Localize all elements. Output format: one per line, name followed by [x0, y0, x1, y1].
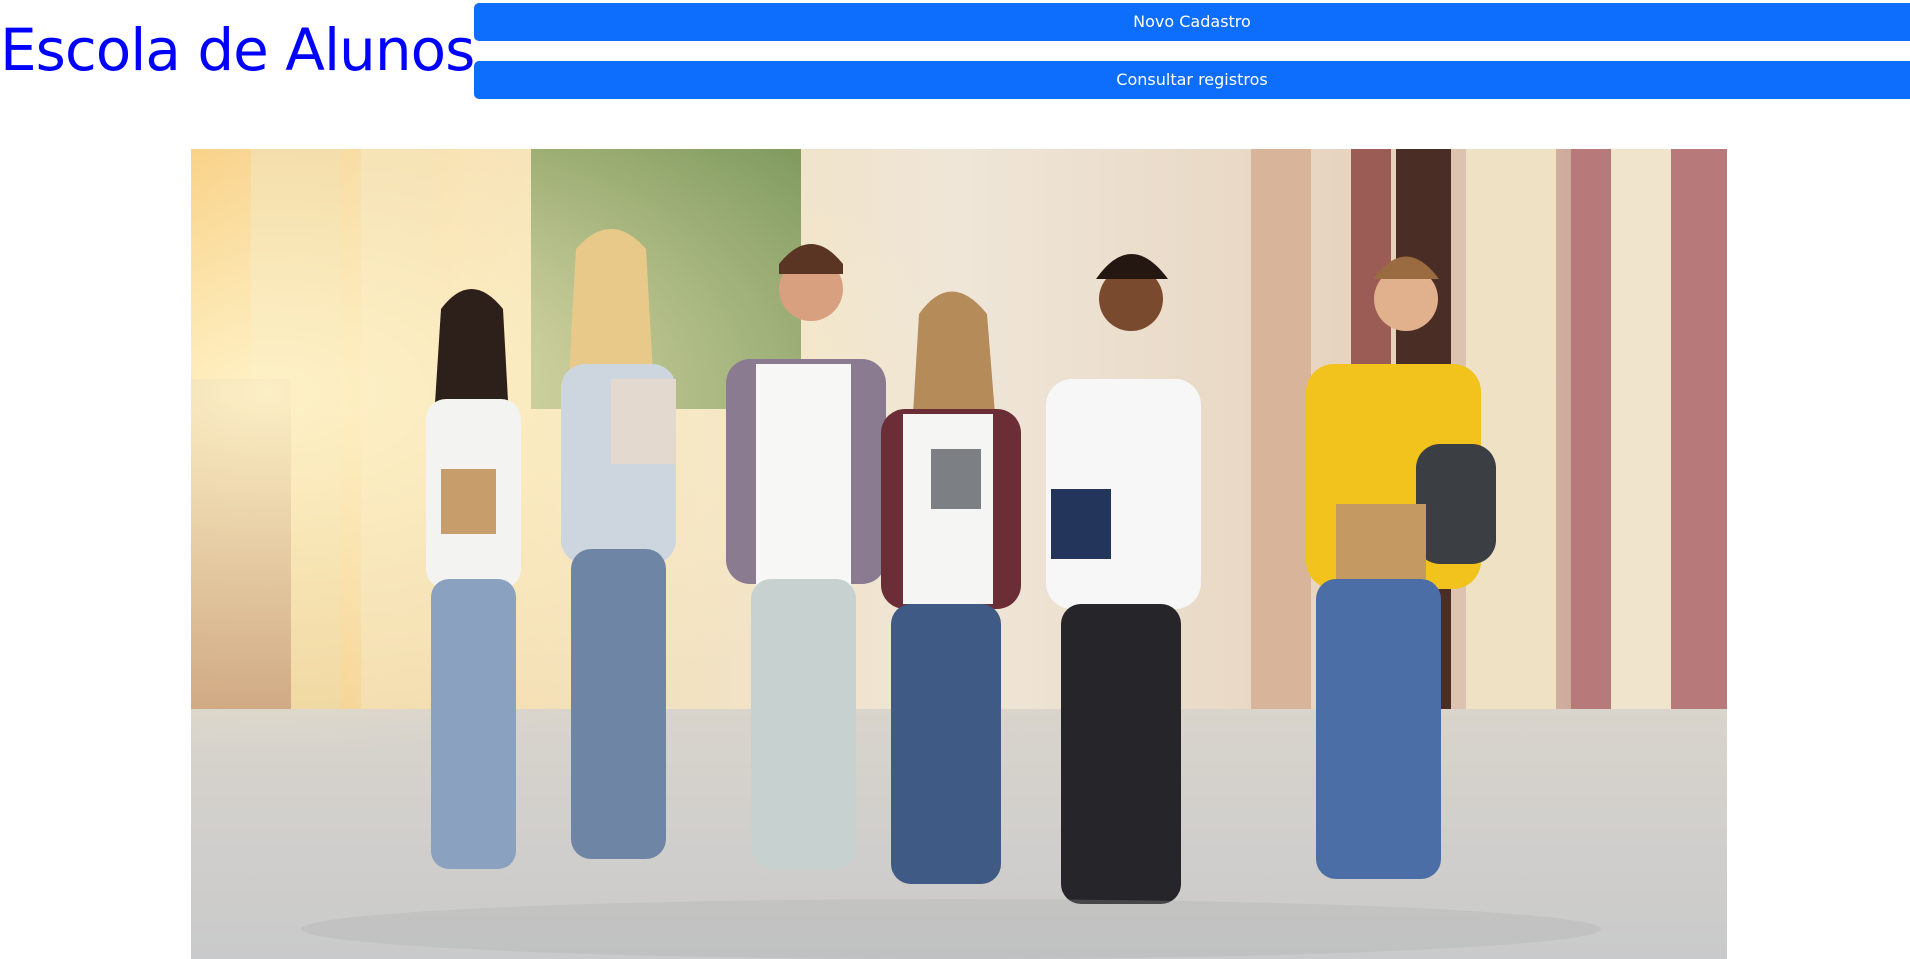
consult-records-button[interactable]: Consultar registros	[474, 61, 1910, 99]
hero-image	[191, 149, 1727, 959]
site-title: Escola de Alunos	[0, 16, 475, 84]
students-walking-photo	[191, 149, 1727, 959]
new-record-button[interactable]: Novo Cadastro	[474, 3, 1910, 41]
page: Escola de Alunos Novo Cadastro Consultar…	[0, 0, 1910, 959]
